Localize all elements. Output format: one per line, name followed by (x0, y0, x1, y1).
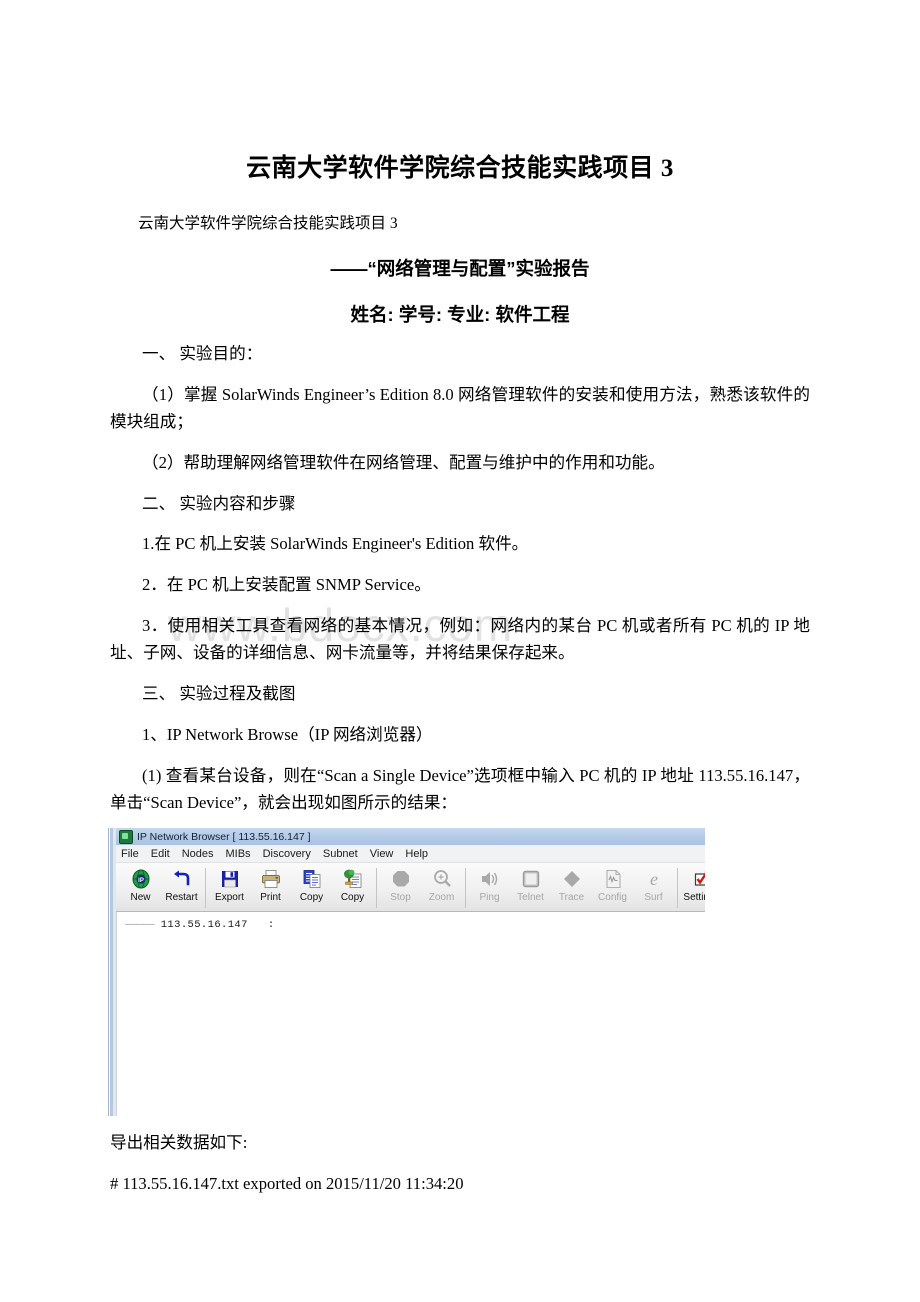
toolbar-label-ping: Ping (479, 892, 500, 904)
menu-view[interactable]: View (370, 848, 394, 860)
toolbar-button-ping: Ping (469, 866, 510, 904)
magnifier-icon (431, 866, 453, 892)
toolbar-label-print: Print (260, 892, 281, 904)
tree-row[interactable]: ————— 113.55.16.147 : (125, 919, 705, 931)
section-1-paragraph-1: （1）掌握 SolarWinds Engineer’s Edition 8.0 … (110, 384, 810, 431)
toolbar-button-surf: e Surf (633, 866, 674, 904)
toolbar-label-zoom: Zoom (428, 892, 455, 904)
report-subtitle: ——“网络管理与配置”实验报告 (330, 258, 590, 279)
menu-mibs[interactable]: MIBs (226, 848, 251, 860)
toolbar-button-settings[interactable]: Settings (681, 866, 705, 904)
menu-discovery[interactable]: Discovery (263, 848, 311, 860)
toolbar-label-stop: Stop (390, 892, 411, 904)
toolbar-label-trace: Trace (558, 892, 585, 904)
toolbar-separator (205, 868, 206, 909)
menu-nodes[interactable]: Nodes (182, 848, 214, 860)
app-menubar: File Edit Nodes MIBs Discovery Subnet Vi… (116, 845, 705, 864)
diamond-icon (561, 866, 583, 892)
tree-node-label: 113.55.16.147 : (160, 919, 275, 932)
document-page: www.bdocx.com 云南大学软件学院综合技能实践项目 3 云南大学软件学… (0, 0, 920, 1302)
toolbar-separator (465, 868, 466, 909)
toolbar-button-config: Config (592, 866, 633, 904)
section-2-paragraph-1: 1.在 PC 机上安装 SolarWinds Engineer's Editio… (142, 534, 529, 554)
toolbar-button-stop: Stop (380, 866, 421, 904)
copy-pages-icon (301, 866, 323, 892)
toolbar-button-copy-pages[interactable]: Copy (291, 866, 332, 904)
checkbox-flag-icon (691, 866, 705, 892)
identity-line: 姓名: 学号: 专业: 软件工程 (350, 304, 570, 325)
embedded-app-screenshot: IP Network Browser [ 113.55.16.147 ] Fil… (108, 828, 705, 1117)
export-intro-paragraph: 导出相关数据如下: (110, 1133, 248, 1153)
section-1-heading: 一、 实验目的： (142, 344, 263, 363)
menu-help[interactable]: Help (405, 848, 428, 860)
toolbar-button-trace: Trace (551, 866, 592, 904)
app-window: IP Network Browser [ 113.55.16.147 ] Fil… (116, 828, 705, 1117)
svg-text:e: e (650, 869, 658, 889)
menu-subnet[interactable]: Subnet (323, 848, 358, 860)
page-title: 云南大学软件学院综合技能实践项目 3 (246, 155, 674, 182)
ip-globe-icon: IP (130, 866, 152, 892)
toolbar-label-config: Config (598, 892, 627, 904)
menu-file[interactable]: File (121, 848, 139, 860)
tree-branch-dash: ————— (125, 919, 155, 932)
toolbar-button-export[interactable]: Export (209, 866, 250, 904)
toolbar-separator (376, 868, 377, 909)
config-document-icon (602, 866, 624, 892)
toolbar-button-zoom: Zoom (421, 866, 462, 904)
section-1-paragraph-2: （2）帮助理解网络管理软件在网络管理、配置与维护中的作用和功能。 (142, 452, 665, 472)
toolbar-label-copy-tree: Copy (340, 892, 365, 904)
window-left-frame (109, 828, 116, 1117)
toolbar-button-new[interactable]: IP New (120, 866, 161, 904)
app-window-title: IP Network Browser [ 113.55.16.147 ] (137, 830, 311, 843)
toolbar-label-new: New (130, 892, 151, 904)
device-tree-panel[interactable]: ————— 113.55.16.147 : (116, 912, 705, 1117)
section-3-paragraph-2: (1) 查看某台设备，则在“Scan a Single Device”选项框中输… (110, 765, 810, 812)
toolbar-label-settings: Settings (683, 892, 705, 904)
toolbar-label-surf: Surf (644, 892, 663, 904)
svg-text:IP: IP (138, 878, 144, 884)
floppy-disk-icon (219, 866, 241, 892)
terminal-window-icon (520, 866, 542, 892)
toolbar-button-telnet: Telnet (510, 866, 551, 904)
speaker-icon (479, 866, 501, 892)
toolbar-button-print[interactable]: Print (250, 866, 291, 904)
toolbar-separator (677, 868, 678, 909)
undo-arrow-icon (171, 866, 193, 892)
toolbar-button-restart[interactable]: Restart (161, 866, 202, 904)
export-filename-paragraph: # 113.55.16.147.txt exported on 2015/11/… (110, 1174, 464, 1194)
section-2-heading: 二、 实验内容和步骤 (142, 493, 296, 513)
section-2-paragraph-3: 3．使用相关工具查看网络的基本情况，例如：网络内的某台 PC 机或者所有 PC … (110, 616, 810, 662)
ie-browser-icon: e (643, 866, 665, 892)
subtitle-line: 云南大学软件学院综合技能实践项目 3 (138, 215, 398, 232)
section-2-paragraph-2: 2．在 PC 机上安装配置 SNMP Service。 (142, 575, 431, 595)
copy-tree-icon (342, 866, 364, 892)
section-3-paragraph-1: 1、IP Network Browse（IP 网络浏览器） (142, 724, 433, 744)
toolbar-label-telnet: Telnet (517, 892, 544, 904)
printer-icon (260, 866, 282, 892)
toolbar-button-copy-tree[interactable]: Copy (332, 866, 373, 904)
section-3-heading: 三、 实验过程及截图 (142, 683, 296, 703)
toolbar-label-restart: Restart (165, 892, 198, 904)
app-titlebar: IP Network Browser [ 113.55.16.147 ] (116, 828, 705, 846)
menu-edit[interactable]: Edit (151, 848, 170, 860)
toolbar-label-copy-pages: Copy (299, 892, 324, 904)
network-globe-icon (119, 829, 133, 844)
document-content: 云南大学软件学院综合技能实践项目 3 云南大学软件学院综合技能实践项目 3 ——… (108, 0, 810, 1198)
stop-octagon-icon (390, 866, 412, 892)
app-toolbar: IP New Restart Export Print Copy Copy St… (116, 863, 705, 913)
toolbar-label-export: Export (215, 892, 244, 904)
